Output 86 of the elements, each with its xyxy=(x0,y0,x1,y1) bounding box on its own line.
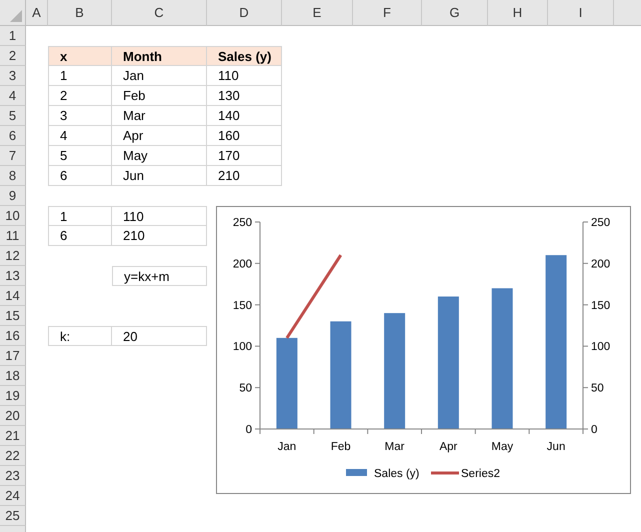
table-cell: 20 xyxy=(112,326,207,346)
row-header[interactable]: 22 xyxy=(0,446,26,466)
column-header[interactable]: H xyxy=(488,0,548,26)
table-cell: 2 xyxy=(48,86,112,106)
table-header-cell: Month xyxy=(112,46,207,66)
category-label: Mar xyxy=(384,441,404,453)
row-header[interactable]: 19 xyxy=(0,386,26,406)
table-cell: 170 xyxy=(207,146,282,166)
y-tick-label: 0 xyxy=(591,424,598,436)
category-label: May xyxy=(491,441,514,453)
table-header-cell: x xyxy=(48,46,112,66)
row-header[interactable]: 9 xyxy=(0,186,26,206)
table-header-cell: Sales (y) xyxy=(207,46,282,66)
category-label: Apr xyxy=(439,441,458,453)
row-header[interactable]: 11 xyxy=(0,226,26,246)
table-cell: 130 xyxy=(207,86,282,106)
y-tick-label: 50 xyxy=(591,382,604,395)
column-header[interactable]: F xyxy=(353,0,422,26)
row-header[interactable]: 23 xyxy=(0,466,26,486)
row-header[interactable]: 25 xyxy=(0,506,26,526)
y-tick-label: 100 xyxy=(232,341,252,354)
y-tick-label: 200 xyxy=(232,258,252,270)
category-label: Jun xyxy=(546,441,566,453)
row-header[interactable]: 14 xyxy=(0,286,26,306)
table-cell: 110 xyxy=(112,206,207,226)
row-header[interactable]: 12 xyxy=(0,246,26,266)
select-all-corner[interactable] xyxy=(0,0,26,26)
row-header[interactable]: 18 xyxy=(0,366,26,386)
row-header[interactable]: 20 xyxy=(0,406,26,426)
legend-swatch xyxy=(346,469,367,476)
table-cell: 210 xyxy=(112,226,207,246)
table-cell: May xyxy=(112,146,207,166)
legend-label: Sales (y) xyxy=(374,468,420,480)
legend-label: Series2 xyxy=(461,468,500,480)
row-header[interactable]: 10 xyxy=(0,206,26,226)
row-header[interactable]: 3 xyxy=(0,66,26,86)
table-cell: Mar xyxy=(112,106,207,126)
row-header[interactable]: 17 xyxy=(0,346,26,366)
row-header[interactable]: 5 xyxy=(0,106,26,126)
y-tick-label: 250 xyxy=(232,217,252,229)
table-cell: Jun xyxy=(112,166,207,186)
row-header[interactable]: 16 xyxy=(0,326,26,346)
table-cell: 5 xyxy=(48,146,112,166)
table-cell: 1 xyxy=(48,66,112,86)
table-cell: 4 xyxy=(48,126,112,146)
y-tick-label: 150 xyxy=(591,300,610,312)
column-header[interactable]: G xyxy=(422,0,488,26)
column-header[interactable]: E xyxy=(282,0,353,26)
legend-swatch xyxy=(431,472,459,474)
y-tick-label: 250 xyxy=(591,217,610,229)
row-header[interactable]: 24 xyxy=(0,486,26,506)
column-header[interactable]: A xyxy=(26,0,48,26)
column-header[interactable]: B xyxy=(48,0,112,26)
table-cell: 3 xyxy=(48,106,112,126)
table-cell: 160 xyxy=(207,126,282,146)
table-cell: 110 xyxy=(207,66,282,86)
table-cell: k: xyxy=(48,326,112,346)
y-tick-label: 100 xyxy=(591,341,610,354)
row-header[interactable]: 21 xyxy=(0,426,26,446)
table-cell: 140 xyxy=(207,106,282,126)
row-header[interactable]: 7 xyxy=(0,146,26,166)
column-header[interactable]: I xyxy=(548,0,614,26)
row-header[interactable]: 15 xyxy=(0,306,26,326)
table-cell: 210 xyxy=(207,166,282,186)
table-cell: 1 xyxy=(48,206,112,226)
table-cell: Apr xyxy=(112,126,207,146)
table-cell: Jan xyxy=(112,66,207,86)
table-cell: Feb xyxy=(112,86,207,106)
y-tick-label: 150 xyxy=(232,300,252,312)
category-label: Feb xyxy=(330,441,351,453)
row-header[interactable]: 13 xyxy=(0,266,26,286)
y-tick-label: 200 xyxy=(591,258,610,270)
column-header[interactable]: C xyxy=(112,0,207,26)
column-header[interactable] xyxy=(614,0,641,26)
column-header[interactable]: D xyxy=(207,0,282,26)
formula-cell: y=kx+m xyxy=(112,266,207,286)
y-tick-label: 50 xyxy=(239,382,252,395)
row-header[interactable]: 2 xyxy=(0,46,26,66)
row-header[interactable]: 4 xyxy=(0,86,26,106)
row-header[interactable]: 6 xyxy=(0,126,26,146)
row-header[interactable]: 1 xyxy=(0,26,26,46)
row-header[interactable]: 8 xyxy=(0,166,26,186)
y-tick-label: 0 xyxy=(246,424,252,436)
table-cell: 6 xyxy=(48,166,112,186)
table-cell: 6 xyxy=(48,226,112,246)
category-label: Jan xyxy=(278,441,296,453)
